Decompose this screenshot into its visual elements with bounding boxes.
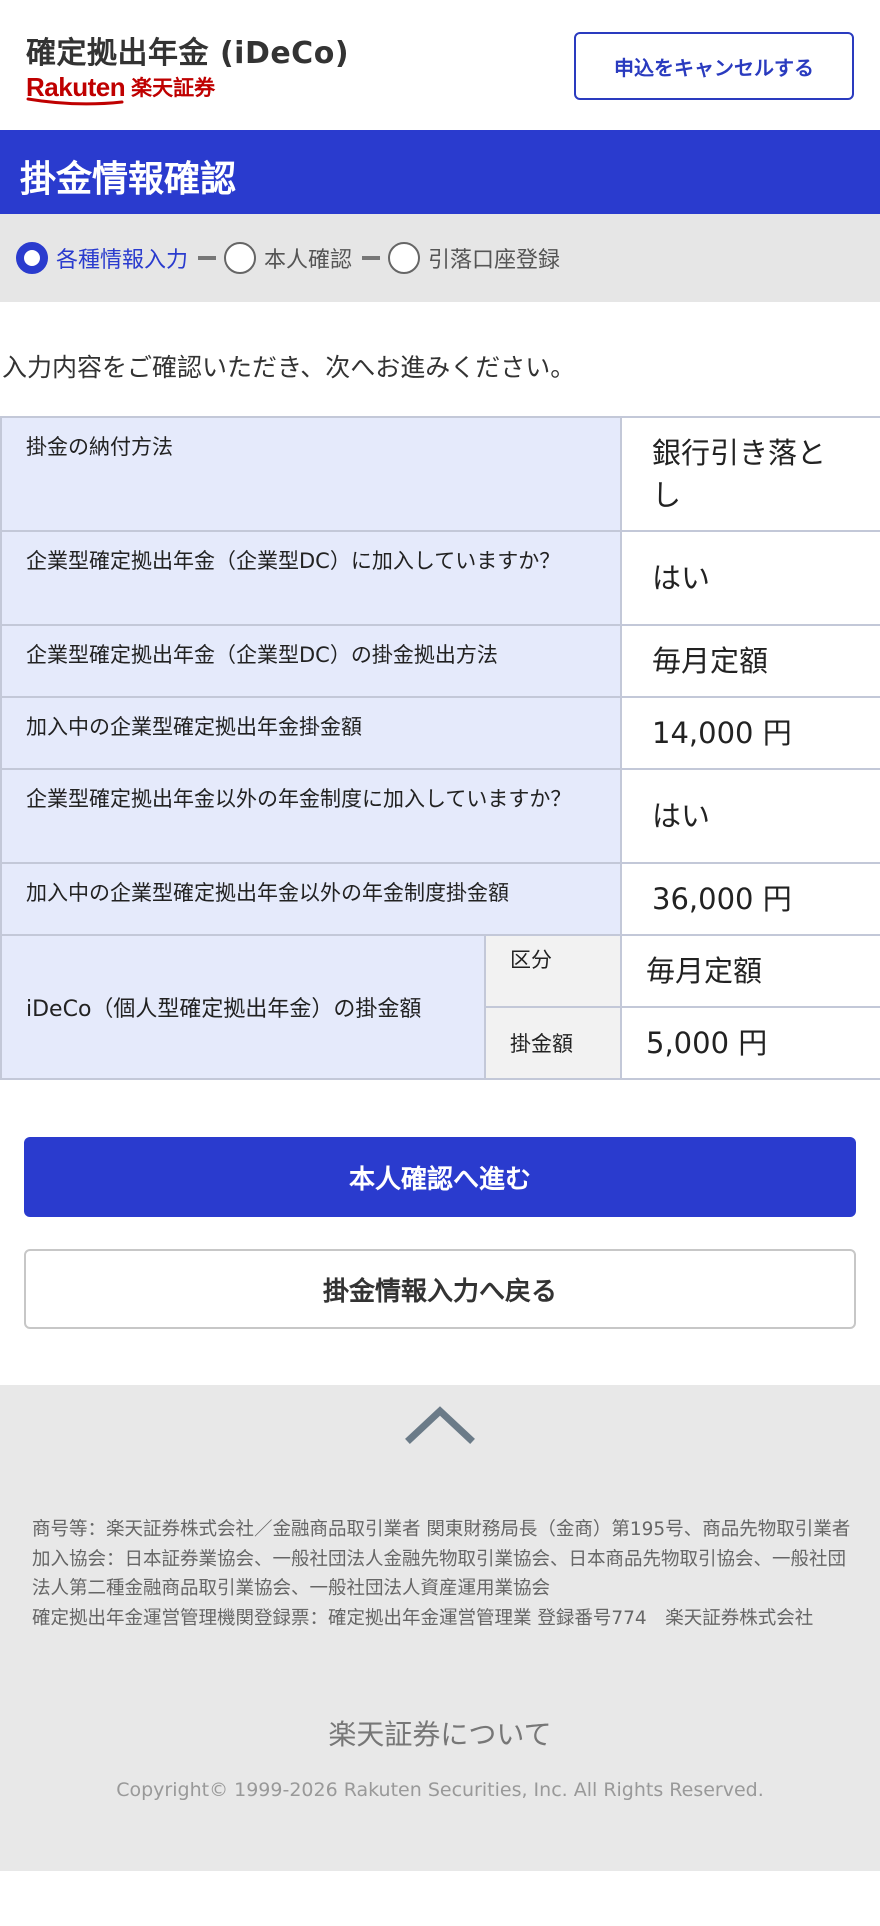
- division-label: 区分: [484, 934, 622, 1008]
- row-value: はい: [620, 530, 880, 626]
- row-value: 36,000 円: [620, 862, 880, 936]
- radio-empty-icon: [388, 242, 421, 274]
- step-identity-verification: 本人確認: [224, 242, 352, 274]
- chevron-up-icon: [405, 1406, 475, 1444]
- step-connector: [198, 256, 217, 260]
- app-title: 確定拠出年金 (iDeCo): [26, 36, 350, 71]
- brand-name-jp: 楽天証券: [131, 76, 216, 100]
- row-label: 加入中の企業型確定拠出年金以外の年金制度掛金額: [0, 862, 622, 936]
- association-memberships: 加入協会：日本証券業協会、一般社団法人金融先物取引業協会、日本商品先物取引協会、…: [32, 1548, 847, 1600]
- amount-value: 5,000 円: [620, 1006, 880, 1080]
- ideco-contribution-label: iDeCo（個人型確定拠出年金）の掛金額: [0, 934, 486, 1080]
- radio-selected-icon: [16, 242, 48, 274]
- row-label: 掛金の納付方法: [0, 416, 622, 532]
- table-row: iDeCo（個人型確定拠出年金）の掛金額 区分 毎月定額: [0, 934, 880, 1080]
- table-row: 加入中の企業型確定拠出年金以外の年金制度掛金額 36,000 円: [0, 862, 880, 936]
- about-rakuten-securities-link[interactable]: 楽天証券について: [0, 1713, 880, 1753]
- table-row: 企業型確定拠出年金（企業型DC）に加入していますか？ はい: [0, 530, 880, 626]
- division-value: 毎月定額: [620, 934, 880, 1008]
- contribution-info-table: 掛金の納付方法 銀行引き落とし 企業型確定拠出年金（企業型DC）に加入しています…: [0, 416, 880, 1080]
- amount-label: 掛金額: [484, 1006, 622, 1080]
- page-title: 掛金情報確認: [20, 159, 237, 200]
- step-label: 本人確認: [264, 248, 353, 273]
- cancel-application-button[interactable]: 申込をキャンセルする: [574, 32, 854, 100]
- row-label: 企業型確定拠出年金（企業型DC）の掛金拠出方法: [0, 624, 622, 698]
- proceed-to-identity-verification-button[interactable]: 本人確認へ進む: [24, 1137, 856, 1217]
- radio-empty-icon: [224, 242, 257, 274]
- step-debit-account: 引落口座登録: [388, 242, 560, 274]
- row-label: 企業型確定拠出年金以外の年金制度に加入していますか？: [0, 768, 622, 864]
- rakuten-securities-logo[interactable]: Rakuten 楽天証券: [26, 70, 216, 106]
- footer: 商号等：楽天証券株式会社／金融商品取引業者 関東財務局長（金商）第195号、商品…: [0, 1385, 880, 1871]
- step-label: 各種情報入力: [56, 248, 189, 273]
- row-value: 銀行引き落とし: [620, 416, 880, 532]
- step-label: 引落口座登録: [428, 248, 561, 273]
- progress-steps: 各種情報入力 本人確認 引落口座登録: [0, 214, 880, 302]
- copyright-text: Copyright© 1999-2026 Rakuten Securities,…: [116, 1779, 764, 1801]
- scroll-to-top-button[interactable]: [400, 1399, 480, 1449]
- company-registration: 商号等：楽天証券株式会社／金融商品取引業者 関東財務局長（金商）第195号、商品…: [32, 1519, 851, 1540]
- company-disclosure: 商号等：楽天証券株式会社／金融商品取引業者 関東財務局長（金商）第195号、商品…: [32, 1515, 852, 1633]
- instruction-text: 入力内容をご確認いただき、次へお進みください。: [2, 353, 576, 382]
- table-row: 企業型確定拠出年金（企業型DC）の掛金拠出方法 毎月定額: [0, 624, 880, 698]
- brand-swoosh-icon: [26, 97, 124, 106]
- step-info-input: 各種情報入力: [16, 242, 188, 274]
- back-to-contribution-input-button[interactable]: 掛金情報入力へ戻る: [24, 1249, 856, 1329]
- table-row: 加入中の企業型確定拠出年金掛金額 14,000 円: [0, 696, 880, 770]
- step-connector: [362, 256, 381, 260]
- table-row: 企業型確定拠出年金以外の年金制度に加入していますか？ はい: [0, 768, 880, 864]
- row-value: 14,000 円: [620, 696, 880, 770]
- table-row: 掛金の納付方法 銀行引き落とし: [0, 416, 880, 532]
- row-value: 毎月定額: [620, 624, 880, 698]
- header: 確定拠出年金 (iDeCo) Rakuten 楽天証券 申込をキャンセルする: [0, 0, 880, 130]
- row-value: はい: [620, 768, 880, 864]
- row-label: 企業型確定拠出年金（企業型DC）に加入していますか？: [0, 530, 622, 626]
- dc-registration: 確定拠出年金運営管理機関登録票：確定拠出年金運営管理業 登録番号774 楽天証券…: [32, 1607, 814, 1629]
- title-bar: 掛金情報確認: [0, 130, 880, 214]
- row-label: 加入中の企業型確定拠出年金掛金額: [0, 696, 622, 770]
